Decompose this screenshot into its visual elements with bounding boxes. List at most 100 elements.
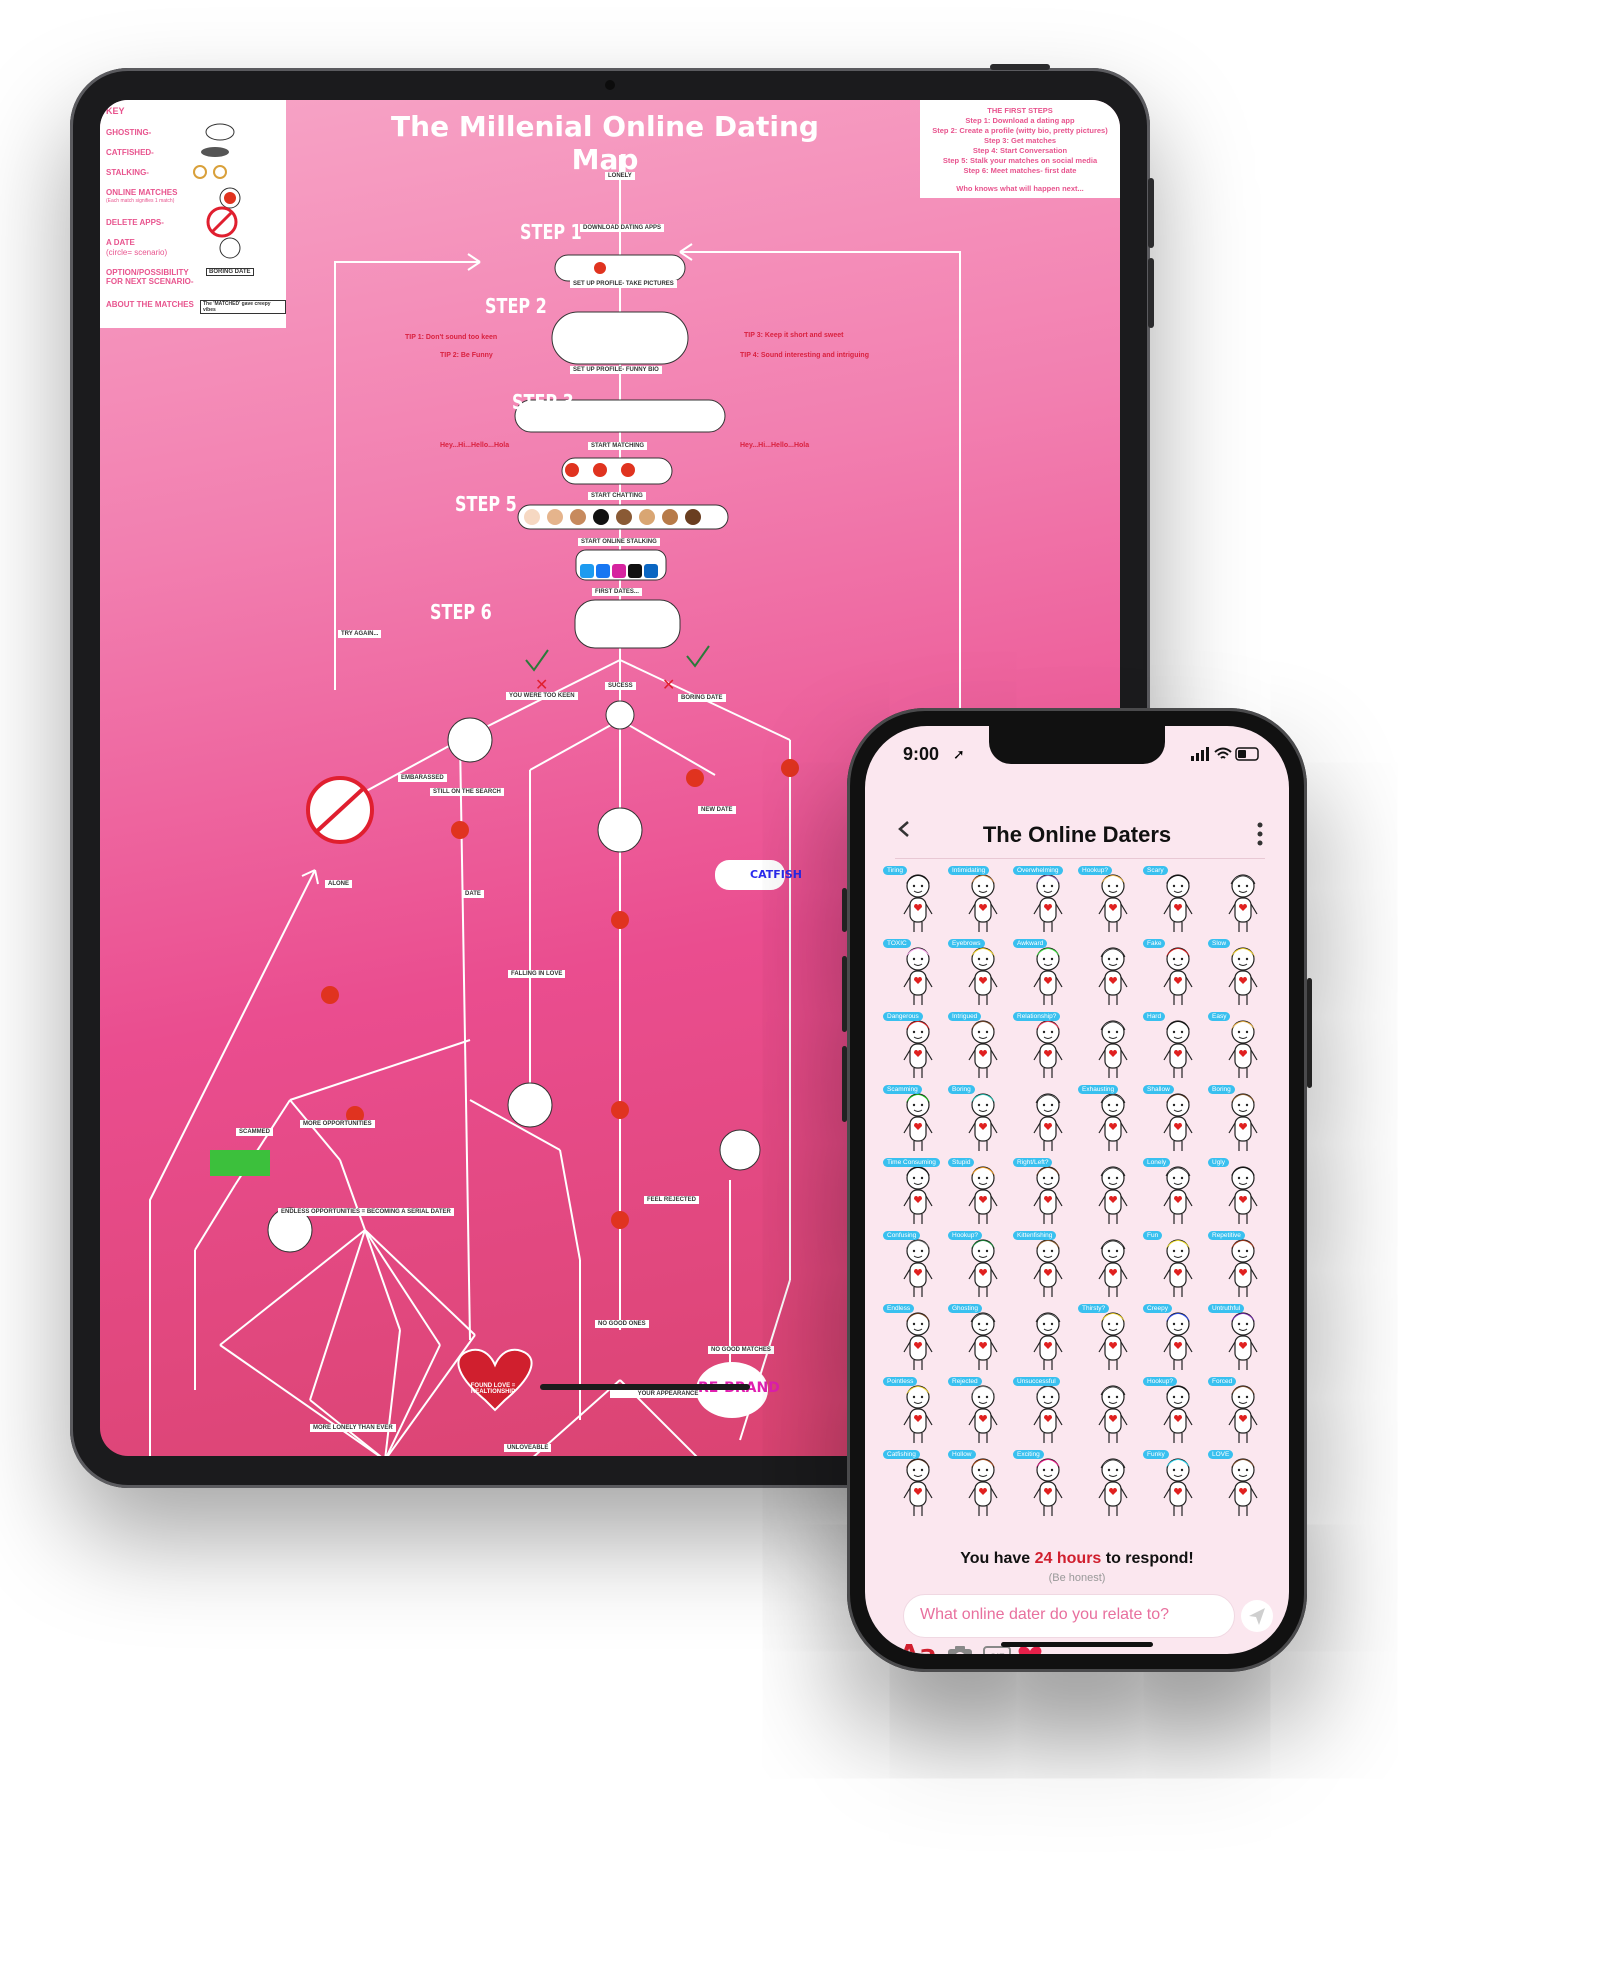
dater-character[interactable]: Fake bbox=[1143, 939, 1213, 1009]
dater-figure-icon bbox=[903, 874, 933, 932]
dater-character[interactable]: Exhausting bbox=[1078, 1085, 1148, 1155]
dater-character[interactable]: Thirsty? bbox=[1078, 1304, 1148, 1374]
prompt-after: to respond! bbox=[1101, 1550, 1194, 1567]
dater-character[interactable]: Dangerous bbox=[883, 1012, 953, 1082]
dater-character[interactable] bbox=[1013, 1304, 1083, 1374]
dater-tag: Ghosting bbox=[948, 1304, 983, 1313]
dater-character[interactable]: Creepy bbox=[1143, 1304, 1213, 1374]
label-first-dates: FIRST DATES... bbox=[592, 588, 642, 596]
dater-character[interactable]: Hookup? bbox=[1143, 1377, 1213, 1447]
dater-figure-icon bbox=[1098, 1239, 1128, 1297]
dater-character[interactable]: Overwhelming bbox=[1013, 866, 1083, 936]
first-step-3: Step 3: Get matches bbox=[983, 136, 1057, 145]
dater-tag: Boring bbox=[1208, 1085, 1235, 1094]
dater-character[interactable]: Ugly bbox=[1208, 1158, 1278, 1228]
prompt-highlight: 24 hours bbox=[1034, 1550, 1102, 1567]
send-icon[interactable] bbox=[1241, 1600, 1273, 1632]
dater-tag: Exhausting bbox=[1078, 1085, 1119, 1094]
dater-character[interactable] bbox=[1078, 1158, 1148, 1228]
dater-character[interactable]: Repetitive bbox=[1208, 1231, 1278, 1301]
dater-character[interactable]: Untruthful bbox=[1208, 1304, 1278, 1374]
phone-volume-up bbox=[842, 956, 847, 1032]
dater-figure-icon bbox=[1033, 1458, 1063, 1516]
dater-character[interactable] bbox=[1078, 939, 1148, 1009]
dater-character[interactable]: Right/Left? bbox=[1013, 1158, 1083, 1228]
dater-figure-icon bbox=[1098, 947, 1128, 1005]
dater-tag: Relationship? bbox=[1013, 1012, 1061, 1021]
dater-character[interactable]: Intrigued bbox=[948, 1012, 1018, 1082]
dater-tag: Forced bbox=[1208, 1377, 1237, 1386]
dater-character[interactable]: Exciting bbox=[1013, 1450, 1083, 1520]
dater-character[interactable] bbox=[1078, 1231, 1148, 1301]
label-felt-rejected: FEEL REJECTED bbox=[644, 1196, 699, 1204]
dater-character[interactable]: Forced bbox=[1208, 1377, 1278, 1447]
dater-character[interactable]: Hookup? bbox=[948, 1231, 1018, 1301]
dater-tag: Awkward bbox=[1013, 939, 1048, 948]
text-format-button[interactable]: Aa bbox=[899, 1640, 937, 1654]
more-options-icon[interactable] bbox=[1257, 822, 1263, 846]
dater-character[interactable]: Relationship? bbox=[1013, 1012, 1083, 1082]
camera-icon[interactable] bbox=[947, 1644, 973, 1654]
message-input[interactable] bbox=[918, 1605, 1222, 1625]
dater-character[interactable]: Endless bbox=[883, 1304, 953, 1374]
dater-character[interactable] bbox=[1013, 1085, 1083, 1155]
dater-tag: Intrigued bbox=[948, 1012, 982, 1021]
dater-figure-icon bbox=[903, 1239, 933, 1297]
dater-character[interactable]: Easy bbox=[1208, 1012, 1278, 1082]
dater-character[interactable]: Pointless bbox=[883, 1377, 953, 1447]
dater-character[interactable]: Kittenfishing bbox=[1013, 1231, 1083, 1301]
dater-character[interactable]: Time Consuming bbox=[883, 1158, 953, 1228]
dater-character[interactable]: Unsuccessful bbox=[1013, 1377, 1083, 1447]
dater-character[interactable]: Hard bbox=[1143, 1012, 1213, 1082]
dater-tag: Overwhelming bbox=[1013, 866, 1063, 875]
dater-character[interactable]: Intimidating bbox=[948, 866, 1018, 936]
dater-character[interactable]: Shallow bbox=[1143, 1085, 1213, 1155]
dater-character[interactable]: LOVE bbox=[1208, 1450, 1278, 1520]
dater-tag: TOXIC bbox=[883, 939, 911, 948]
dater-character[interactable]: Funky bbox=[1143, 1450, 1213, 1520]
dater-character[interactable] bbox=[1078, 1450, 1148, 1520]
step-6-label: STEP 6 bbox=[430, 600, 492, 624]
dater-character[interactable]: Rejected bbox=[948, 1377, 1018, 1447]
dater-character[interactable]: Hookup? bbox=[1078, 866, 1148, 936]
dater-character[interactable] bbox=[1208, 866, 1278, 936]
dater-character[interactable]: Slow bbox=[1208, 939, 1278, 1009]
dater-character[interactable]: Catfishing bbox=[883, 1450, 953, 1520]
dater-figure-icon bbox=[903, 1020, 933, 1078]
dater-character[interactable]: Boring bbox=[948, 1085, 1018, 1155]
gif-icon[interactable]: GIF bbox=[983, 1646, 1011, 1654]
dater-character[interactable]: Stupid bbox=[948, 1158, 1018, 1228]
label-no-good-matches: NO GOOD MATCHES bbox=[708, 1346, 774, 1354]
dater-figure-icon bbox=[1033, 1312, 1063, 1370]
dater-character[interactable]: Eyebrows bbox=[948, 939, 1018, 1009]
first-step-1: Step 1: Download a dating app bbox=[965, 116, 1075, 125]
dater-tag: Kittenfishing bbox=[1013, 1231, 1057, 1240]
dater-character[interactable]: Lonely bbox=[1143, 1158, 1213, 1228]
dater-character[interactable]: Boring bbox=[1208, 1085, 1278, 1155]
dater-character[interactable]: Hollow bbox=[948, 1450, 1018, 1520]
dater-tag: Lonely bbox=[1143, 1158, 1171, 1167]
first-step-2: Step 2: Create a profile (witty bio, pre… bbox=[932, 126, 1108, 135]
dater-character[interactable]: TOXIC bbox=[883, 939, 953, 1009]
first-steps-box: THE FIRST STEPS Step 1: Download a datin… bbox=[920, 100, 1120, 198]
dater-character[interactable]: Fun bbox=[1143, 1231, 1213, 1301]
label-endless: ENDLESS OPPORTUNITIES = BECOMING A SERIA… bbox=[278, 1208, 454, 1216]
dater-character[interactable]: Scamming bbox=[883, 1085, 953, 1155]
dater-character[interactable]: Confusing bbox=[883, 1231, 953, 1301]
dater-character[interactable]: Ghosting bbox=[948, 1304, 1018, 1374]
dater-tag: Right/Left? bbox=[1013, 1158, 1053, 1167]
response-prompt: You have 24 hours to respond! bbox=[865, 1550, 1289, 1568]
phone-screen: 9:00 ➚ The Online Daters Tiring Intimidat… bbox=[865, 726, 1289, 1654]
dater-character[interactable]: Awkward bbox=[1013, 939, 1083, 1009]
dater-character[interactable]: Scary bbox=[1143, 866, 1213, 936]
label-boring: BORING DATE bbox=[678, 694, 726, 702]
dater-tag: Thirsty? bbox=[1078, 1304, 1110, 1313]
dater-character[interactable]: Tiring bbox=[883, 866, 953, 936]
dater-character[interactable] bbox=[1078, 1377, 1148, 1447]
map-key: KEY GHOSTING- CATFISHED- STALKING- ONLIN… bbox=[100, 100, 286, 328]
dater-character[interactable] bbox=[1078, 1012, 1148, 1082]
dater-tag: Confusing bbox=[883, 1231, 921, 1240]
dater-figure-icon bbox=[968, 1458, 998, 1516]
dater-figure-icon bbox=[1098, 874, 1128, 932]
dater-tag: LOVE bbox=[1208, 1450, 1234, 1459]
